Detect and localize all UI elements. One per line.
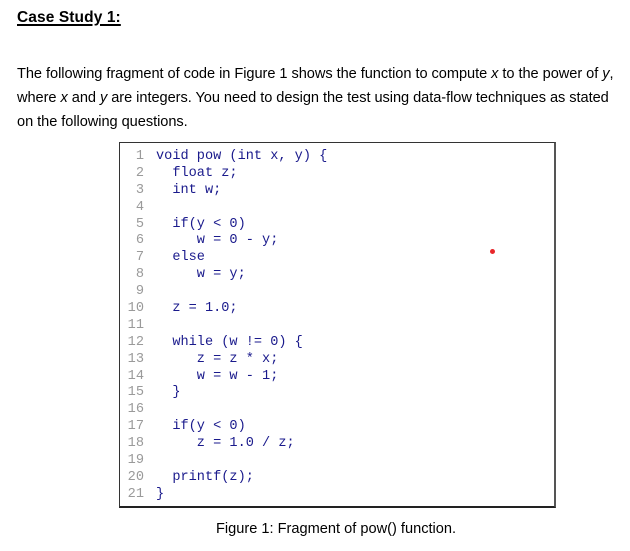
- line-number: 8: [135, 267, 144, 283]
- code-line: 2 float z;: [120, 166, 327, 183]
- line-number: 21: [127, 486, 144, 502]
- line-number: 5: [135, 216, 144, 232]
- intro-paragraph: The following fragment of code in Figure…: [17, 62, 627, 134]
- line-number: 16: [127, 402, 144, 418]
- line-number: 15: [127, 385, 144, 401]
- code-line: 16: [120, 402, 327, 419]
- code-line: 5 if(y < 0): [120, 217, 327, 234]
- line-number: 9: [135, 284, 144, 300]
- code-line: 8 w = y;: [120, 267, 327, 284]
- code-line: 4: [120, 200, 327, 217]
- line-number: 13: [127, 351, 144, 367]
- text-segment: and: [67, 90, 100, 106]
- code-text: z = 1.0;: [156, 301, 238, 317]
- code-line: 14 w = w - 1;: [120, 369, 327, 386]
- code-text: while (w != 0) {: [156, 334, 303, 350]
- code-text: void pow (int x, y) {: [156, 149, 328, 164]
- code-text: if(y < 0): [156, 419, 246, 435]
- line-number: 14: [127, 368, 144, 384]
- code-line: 9: [120, 284, 327, 301]
- text-segment: where: [17, 90, 61, 106]
- line-number: 17: [127, 419, 144, 435]
- code-line: 15 }: [120, 385, 327, 402]
- code-figure-box: 1 void pow (int x, y) {2 float z; 3 int w;…: [119, 142, 556, 508]
- code-line: 10 z = 1.0;: [120, 301, 327, 318]
- code-text: int w;: [156, 182, 222, 198]
- intro-line-3: on the following questions.: [17, 110, 627, 134]
- line-number: 20: [127, 469, 144, 485]
- code-line: 6 w = 0 - y;: [120, 233, 327, 250]
- code-line: 11: [120, 318, 327, 335]
- code-line: 7 else: [120, 250, 327, 267]
- line-number: 1: [135, 149, 144, 164]
- code-line: 21}: [120, 487, 327, 504]
- code-line: 12 while (w != 0) {: [120, 335, 327, 352]
- line-number: 2: [135, 165, 144, 181]
- line-number: 10: [127, 301, 144, 317]
- code-line: 13 z = z * x;: [120, 352, 327, 369]
- code-text: z = 1.0 / z;: [156, 436, 295, 452]
- code-text: w = w - 1;: [156, 368, 279, 384]
- code-line: 19: [120, 453, 327, 470]
- text-segment: ,: [609, 66, 614, 82]
- code-line: 1 void pow (int x, y) {: [120, 149, 327, 166]
- text-segment: to the power of: [498, 66, 603, 82]
- code-text: w = y;: [156, 267, 246, 283]
- text-segment: The following fragment of code in Figure…: [17, 66, 492, 82]
- code-text: float z;: [156, 165, 238, 181]
- line-number: 12: [127, 334, 144, 350]
- figure-caption: Figure 1: Fragment of pow() function.: [216, 521, 457, 537]
- code-line: 3 int w;: [120, 183, 327, 200]
- code-line: 17 if(y < 0): [120, 419, 327, 436]
- code-text: z = z * x;: [156, 351, 279, 367]
- intro-line-1: The following fragment of code in Figure…: [17, 62, 627, 86]
- code-text: }: [156, 385, 181, 401]
- text-segment: are integers. You need to design the tes…: [107, 90, 609, 106]
- case-study-heading: Case Study 1:: [17, 9, 121, 26]
- red-marker-dot: [490, 249, 495, 254]
- code-text: printf(z);: [156, 469, 254, 485]
- line-number: 6: [135, 233, 144, 249]
- intro-line-2: where x and y are integers. You need to …: [17, 86, 627, 110]
- line-number: 7: [135, 250, 144, 266]
- code-text: else: [156, 250, 205, 266]
- line-number: 4: [135, 199, 144, 215]
- text-segment: on the following questions.: [17, 114, 188, 130]
- code-text: if(y < 0): [156, 216, 246, 232]
- code-listing: 1 void pow (int x, y) {2 float z; 3 int w;…: [120, 149, 328, 504]
- italic-variable: x: [60, 90, 68, 106]
- code-line: 18 z = 1.0 / z;: [120, 436, 327, 453]
- code-text: }: [156, 486, 165, 502]
- line-number: 18: [127, 436, 144, 452]
- code-text: w = 0 - y;: [156, 233, 279, 249]
- line-number: 3: [135, 182, 144, 198]
- code-line: 20 printf(z);: [120, 470, 327, 487]
- line-number: 11: [127, 317, 144, 333]
- line-number: 19: [127, 453, 144, 469]
